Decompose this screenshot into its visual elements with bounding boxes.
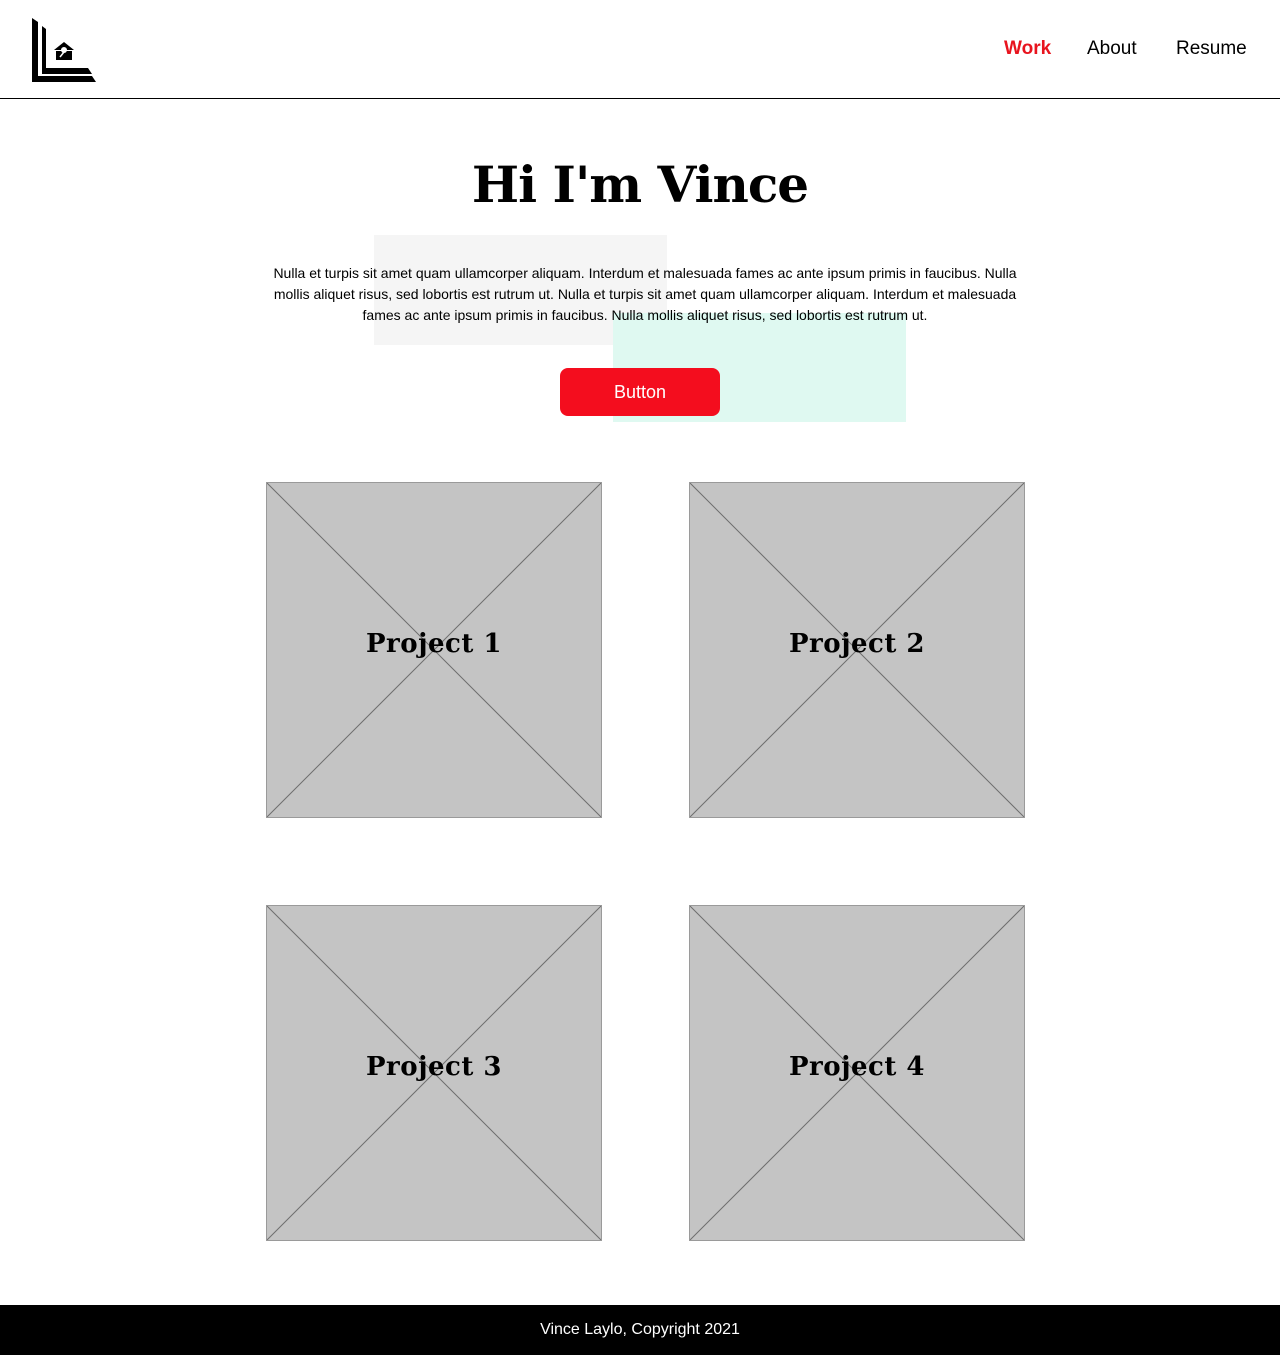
nav-item-about[interactable]: About <box>1087 38 1137 60</box>
copyright-text: Vince Laylo, Copyright 2021 <box>540 1321 740 1338</box>
site-footer: Vince Laylo, Copyright 2021 <box>0 1305 1280 1355</box>
project-card-2[interactable]: Project 2 <box>689 482 1025 818</box>
project-title: Project 2 <box>788 629 926 659</box>
nav-item-resume[interactable]: Resume <box>1176 38 1247 60</box>
page-title: Hi I'm Vince <box>471 155 809 214</box>
project-card-3[interactable]: Project 3 <box>266 905 602 1241</box>
project-card-1[interactable]: Project 1 <box>266 482 602 818</box>
intro-paragraph: Nulla et turpis sit amet quam ullamcorpe… <box>273 265 1017 323</box>
portfolio-page: Work About Resume Hi I'm Vince Nulla et … <box>0 0 1280 1355</box>
main-nav: Work About Resume <box>0 38 1280 62</box>
site-header: Work About Resume <box>0 0 1280 99</box>
project-title: Project 3 <box>365 1052 503 1082</box>
cta-button[interactable]: Button <box>560 368 720 416</box>
nav-item-work[interactable]: Work <box>1004 38 1051 60</box>
project-title: Project 1 <box>365 629 503 659</box>
project-card-4[interactable]: Project 4 <box>689 905 1025 1241</box>
project-title: Project 4 <box>788 1052 926 1082</box>
